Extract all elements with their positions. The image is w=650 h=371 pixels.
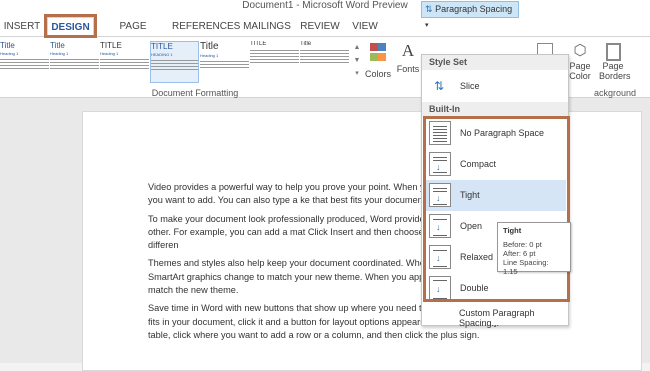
- style-set-thumbnail[interactable]: TITLE: [250, 41, 299, 83]
- tab-view[interactable]: VIEW: [348, 17, 382, 36]
- page-color-button[interactable]: ⬡ Page Color: [565, 41, 595, 91]
- color-palette-icon: [363, 43, 393, 63]
- custom-paragraph-spacing-link[interactable]: Custom Paragraph Spacing...: [459, 308, 568, 328]
- tab-mailings[interactable]: MAILINGS: [241, 17, 293, 36]
- style-set-header: Style Set: [422, 55, 568, 70]
- chevron-down-icon: ▾: [425, 22, 429, 29]
- tab-references[interactable]: REFERENCES: [172, 17, 240, 36]
- style-set-thumbnail[interactable]: Title: [300, 41, 349, 83]
- chevron-down-icon[interactable]: ▼: [352, 54, 362, 67]
- menu-item-slice[interactable]: ⇅ Slice: [425, 71, 566, 102]
- builtin-header: Built-In: [422, 102, 568, 117]
- style-set-thumbnail[interactable]: Title Heading 1: [200, 41, 249, 83]
- style-set-thumbnail[interactable]: Title Heading 1: [0, 41, 49, 83]
- group-label-document-formatting: Document Formatting: [151, 88, 239, 98]
- font-icon: A: [401, 41, 415, 60]
- paragraph-spacing-button[interactable]: ⇅ Paragraph Spacing ▾: [421, 1, 519, 29]
- fonts-button[interactable]: A Fonts: [393, 41, 423, 91]
- design-tab-highlight: [44, 14, 97, 38]
- tab-review[interactable]: REVIEW: [298, 17, 342, 36]
- chevron-up-icon[interactable]: ▲: [352, 41, 362, 54]
- ribbon-tabs: INSERT DESIGN PAGE LAYOUT REFERENCES MAI…: [0, 14, 650, 51]
- title-bar: Document1 - Microsoft Word Preview: [0, 0, 650, 14]
- tight-tooltip: Tight Before: 0 pt After: 6 pt Line Spac…: [497, 222, 571, 276]
- paint-bucket-icon: ⬡: [573, 42, 587, 59]
- page-borders-button[interactable]: Page Borders: [598, 41, 631, 91]
- colors-button[interactable]: Colors: [363, 41, 393, 91]
- style-set-thumbnail[interactable]: TITLE Heading 1: [100, 41, 149, 83]
- style-set-thumbnail[interactable]: TITLE HEADING 1: [150, 41, 199, 83]
- more-icon[interactable]: ▾: [352, 67, 362, 80]
- paragraph-spacing-icon: ⇅: [425, 4, 433, 14]
- tab-insert[interactable]: INSERT: [2, 17, 42, 36]
- page-border-icon: [605, 43, 621, 61]
- paragraph-spacing-icon: ⇅: [434, 79, 445, 93]
- window-title: Document1 - Microsoft Word Preview: [242, 0, 408, 11]
- group-label-page-background: ackground: [593, 88, 637, 98]
- gallery-scroll[interactable]: ▲ ▼ ▾: [352, 41, 362, 83]
- style-set-thumbnail[interactable]: Title Heading 1: [50, 41, 99, 83]
- tab-page-layout[interactable]: PAGE LAYOUT: [100, 17, 166, 51]
